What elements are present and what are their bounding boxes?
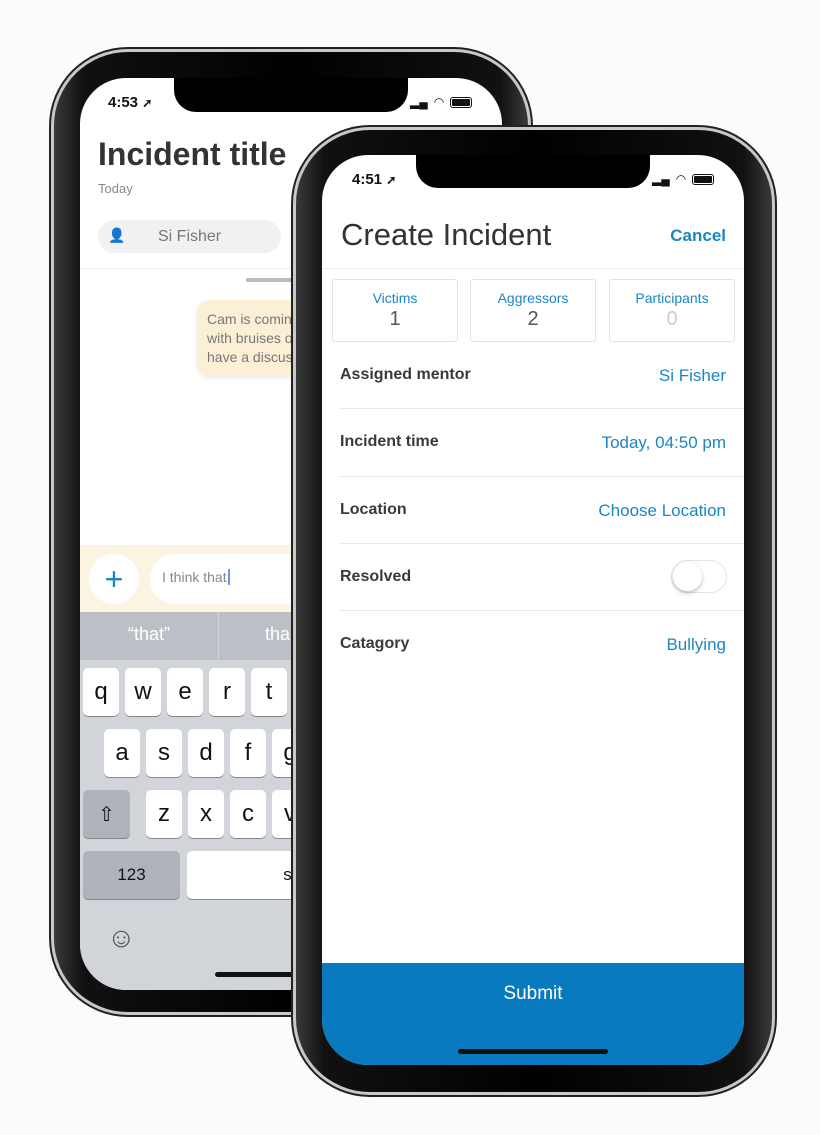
toggle-knob: [673, 562, 702, 591]
count-label: Victims: [372, 290, 418, 306]
signal-icon: ▂▄: [410, 95, 428, 109]
divider: [340, 610, 744, 611]
count-value: 2: [527, 308, 539, 330]
battery-icon: [450, 96, 473, 108]
key-t[interactable]: t: [251, 668, 287, 716]
divider: [340, 408, 744, 409]
category-value[interactable]: Bullying: [666, 635, 726, 655]
location-arrow-icon: ➚: [386, 173, 397, 187]
row-label: Incident time: [340, 433, 439, 450]
location-arrow-icon: ➚: [142, 96, 153, 110]
suggestion-divider: [218, 612, 219, 660]
key-d[interactable]: d: [188, 729, 224, 777]
battery-icon: [692, 173, 715, 185]
key-s[interactable]: s: [146, 729, 182, 777]
date-label: Today: [98, 181, 133, 196]
page-title: Create Incident: [341, 217, 552, 252]
row-label: Assigned mentor: [340, 366, 471, 383]
status-icons: ▂▄ ◠: [652, 172, 715, 186]
victims-box[interactable]: Victims 1: [332, 279, 458, 342]
status-time: 4:53 ➚: [108, 94, 153, 111]
numbers-key[interactable]: 123: [83, 851, 180, 899]
key-x[interactable]: x: [188, 790, 224, 838]
location-value[interactable]: Choose Location: [598, 501, 726, 521]
row-label: Catagory: [340, 635, 410, 652]
signal-icon: ▂▄: [652, 172, 670, 186]
mentor-pill[interactable]: 👤 Si Fisher: [98, 220, 281, 253]
key-w[interactable]: w: [125, 668, 161, 716]
key-q[interactable]: q: [83, 668, 119, 716]
submit-label: Submit: [503, 983, 563, 1004]
incident-time-value[interactable]: Today, 04:50 pm: [602, 433, 726, 453]
count-value: 0: [666, 308, 678, 330]
count-label: Participants: [635, 290, 709, 306]
status-icons: ▂▄ ◠: [410, 95, 473, 109]
row-label: Resolved: [340, 568, 412, 585]
notch: [174, 78, 408, 112]
mentor-name: Si Fisher: [158, 228, 222, 245]
count-value: 1: [389, 308, 401, 330]
shift-key[interactable]: ⇧: [83, 790, 130, 838]
home-indicator: [458, 1049, 608, 1054]
divider: [322, 268, 744, 269]
assigned-mentor-value[interactable]: Si Fisher: [659, 366, 726, 386]
status-time: 4:51 ➚: [352, 171, 397, 188]
wifi-icon: ◠: [675, 172, 687, 186]
key-z[interactable]: z: [146, 790, 182, 838]
cancel-button[interactable]: Cancel: [670, 226, 726, 246]
divider: [340, 543, 744, 544]
emoji-icon[interactable]: ☺: [107, 922, 136, 954]
key-e[interactable]: e: [167, 668, 203, 716]
key-r[interactable]: r: [209, 668, 245, 716]
submit-button[interactable]: Submit: [322, 963, 744, 1065]
count-label: Aggressors: [497, 290, 569, 306]
aggressors-box[interactable]: Aggressors 2: [470, 279, 596, 342]
row-label: Location: [340, 501, 407, 518]
page-title: Incident title: [98, 136, 287, 172]
suggestion-item[interactable]: “that”: [80, 624, 218, 645]
front-phone-screen: 4:51 ➚ ▂▄ ◠ Create Incident Cancel Victim…: [322, 155, 744, 1065]
key-f[interactable]: f: [230, 729, 266, 777]
wifi-icon: ◠: [433, 95, 445, 109]
participants-box[interactable]: Participants 0: [609, 279, 735, 342]
key-a[interactable]: a: [104, 729, 140, 777]
plus-button[interactable]: +: [89, 554, 139, 604]
notch: [416, 155, 650, 188]
plus-icon: +: [104, 560, 124, 597]
resolved-toggle[interactable]: [671, 560, 727, 593]
suggestion-item[interactable]: tha: [265, 624, 290, 645]
key-c[interactable]: c: [230, 790, 266, 838]
divider: [340, 476, 744, 477]
shift-icon: ⇧: [98, 803, 115, 826]
person-icon: 👤: [108, 227, 126, 243]
